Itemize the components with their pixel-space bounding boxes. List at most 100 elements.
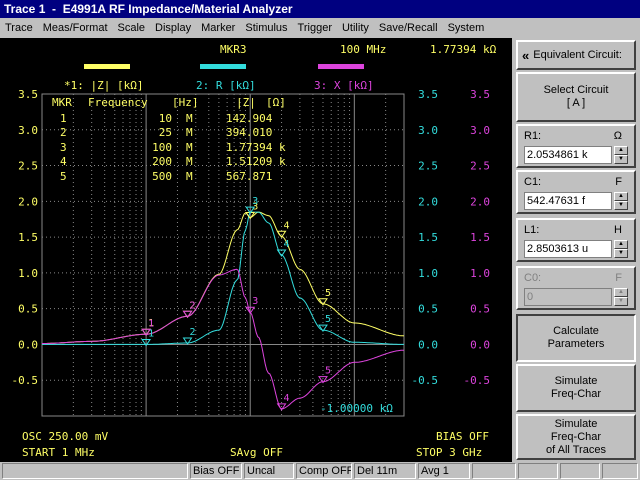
trace1-label[interactable]: *1: |Z| [kΩ] xyxy=(64,79,143,92)
menu-utility[interactable]: Utility xyxy=(337,22,374,34)
c1-spin-up-icon[interactable]: ▲ xyxy=(614,192,628,201)
c1-input[interactable]: 542.47631 f xyxy=(524,192,612,210)
right-tick-label: 3.0 xyxy=(470,124,490,137)
r1-unit: Ω xyxy=(613,130,622,142)
menu-trigger[interactable]: Trigger xyxy=(293,22,337,34)
mid-tick-label: 2.5 xyxy=(418,160,438,173)
select-circuit-button[interactable]: Select Circuit [ A ] xyxy=(516,72,636,122)
marker-row-unit: M xyxy=(186,141,193,154)
trace-markers: 111222333444555 xyxy=(141,196,331,411)
marker-number: 1 xyxy=(148,318,154,329)
marker-table-header-ohm: [Ω] xyxy=(266,96,286,109)
marker-table-header-hz: [Hz] xyxy=(172,96,199,109)
status-extra-2 xyxy=(518,463,558,479)
impedance-chart: MKR3 100 MHz 1.77394 kΩ *1: |Z| [kΩ] 2: … xyxy=(12,43,497,459)
menu-stimulus[interactable]: Stimulus xyxy=(240,22,292,34)
window-title: Trace 1 - E4991A RF Impedance/Material A… xyxy=(0,0,640,18)
c0-input: 0 xyxy=(524,288,612,306)
trace3-bottom-label: -1.00000 kΩ xyxy=(320,402,393,415)
c0-spin-down-icon: ▼ xyxy=(614,297,628,306)
menu-meas-format[interactable]: Meas/Format xyxy=(38,22,113,34)
marker-number: 2 xyxy=(190,300,196,311)
left-tick-label: 0.0 xyxy=(18,338,38,351)
marker-table-header-freq: Frequency xyxy=(88,96,148,109)
panel-title: Equivalent Circuit: xyxy=(533,48,622,61)
marker-row-unit: M xyxy=(186,170,193,183)
right-tick-label: 2.0 xyxy=(470,195,490,208)
right-tick-label: 2.5 xyxy=(470,160,490,173)
status-extra-1 xyxy=(472,463,516,479)
left-tick-label: 1.5 xyxy=(18,231,38,244)
measurement-plot[interactable]: MKR3 100 MHz 1.77394 kΩ *1: |Z| [kΩ] 2: … xyxy=(0,38,512,462)
trace3-label[interactable]: 3: X [kΩ] xyxy=(314,79,374,92)
marker-row-n: 1 xyxy=(60,112,67,125)
r1-input[interactable]: 2.0534861 k xyxy=(524,146,612,164)
left-tick-label: 2.0 xyxy=(18,195,38,208)
trace2-label[interactable]: 2: R [kΩ] xyxy=(196,79,256,92)
menu-display[interactable]: Display xyxy=(150,22,196,34)
right-tick-label: 1.0 xyxy=(470,267,490,280)
simulate-freq-char-button[interactable]: Simulate Freq-Char xyxy=(516,364,636,412)
mid-tick-label: 2.0 xyxy=(418,195,438,208)
marker-row-unit: M xyxy=(186,126,193,139)
calculate-parameters-button[interactable]: Calculate Parameters xyxy=(516,314,636,362)
l1-field: L1: H 2.8503613 u ▲ ▼ xyxy=(516,218,636,262)
trace3-swatch xyxy=(318,64,364,69)
r1-spin-down-icon[interactable]: ▼ xyxy=(614,155,628,164)
c1-spin-down-icon[interactable]: ▼ xyxy=(614,201,628,210)
menu-marker[interactable]: Marker xyxy=(196,22,240,34)
right-tick-label: -0.5 xyxy=(464,374,491,387)
mid-tick-label: -0.5 xyxy=(412,374,439,387)
marker-row-n: 5 xyxy=(60,170,67,183)
simulate-all-traces-button[interactable]: Simulate Freq-Char of All Traces xyxy=(516,414,636,460)
l1-unit: H xyxy=(614,224,622,236)
menu-scale[interactable]: Scale xyxy=(113,22,151,34)
marker-table-header-mkr: MKR xyxy=(52,96,72,109)
marker-row-unit: M xyxy=(186,155,193,168)
marker-row-freq: 10 xyxy=(159,112,172,125)
back-arrow-icon[interactable]: « xyxy=(522,49,529,62)
menu-system[interactable]: System xyxy=(443,22,490,34)
l1-input[interactable]: 2.8503613 u xyxy=(524,240,612,258)
equivalent-circuit-panel: « Equivalent Circuit: Select Circuit [ A… xyxy=(514,38,640,462)
marker-row-freq: 500 xyxy=(152,170,172,183)
status-extra-4 xyxy=(602,463,638,479)
marker-value: 1.77394 kΩ xyxy=(430,43,497,56)
l1-label: L1: xyxy=(524,224,540,236)
r1-spin-up-icon[interactable]: ▲ xyxy=(614,146,628,155)
marker-number: 3 xyxy=(252,196,258,207)
mid-tick-label: 1.0 xyxy=(418,267,438,280)
right-tick-label: 1.5 xyxy=(470,231,490,244)
marker-number: 5 xyxy=(325,366,331,377)
status-bar: Bias OFF Uncal Comp OFF Del 11m Avg 1 xyxy=(0,462,640,480)
left-tick-label: -0.5 xyxy=(12,374,39,387)
left-tick-label: 3.5 xyxy=(18,88,38,101)
menu-trace[interactable]: Trace xyxy=(0,22,38,34)
marker-row-value: 142.904 xyxy=(226,112,273,125)
panel-header[interactable]: « Equivalent Circuit: xyxy=(516,40,636,70)
bias-status: BIAS OFF xyxy=(436,430,489,443)
l1-spin-down-icon[interactable]: ▼ xyxy=(614,249,628,258)
c0-label: C0: xyxy=(524,272,542,284)
marker-number: 5 xyxy=(325,314,331,325)
trace1-swatch xyxy=(84,64,130,69)
marker-row-value: 1.77394 k xyxy=(226,141,286,154)
marker-row-freq: 25 xyxy=(159,126,172,139)
c1-unit: F xyxy=(615,176,622,188)
plot-grid xyxy=(41,93,405,417)
marker-number: 4 xyxy=(284,239,290,250)
marker-row-unit: M xyxy=(186,112,193,125)
mid-tick-label: 1.5 xyxy=(418,231,438,244)
marker-row-n: 3 xyxy=(60,141,67,154)
c1-field: C1: F 542.47631 f ▲ ▼ xyxy=(516,170,636,214)
l1-spin-up-icon[interactable]: ▲ xyxy=(614,240,628,249)
marker-table-header-z: |Z| xyxy=(236,96,256,109)
marker-row-freq: 200 xyxy=(152,155,172,168)
r1-label: R1: xyxy=(524,130,542,142)
stop-frequency: STOP 3 GHz xyxy=(416,446,482,459)
status-bias: Bias OFF xyxy=(190,463,242,479)
marker-row-value: 394.010 xyxy=(226,126,272,139)
menu-bar: Trace Meas/Format Scale Display Marker S… xyxy=(0,18,640,38)
menu-save-recall[interactable]: Save/Recall xyxy=(374,22,443,34)
right-tick-label: 3.5 xyxy=(470,88,490,101)
